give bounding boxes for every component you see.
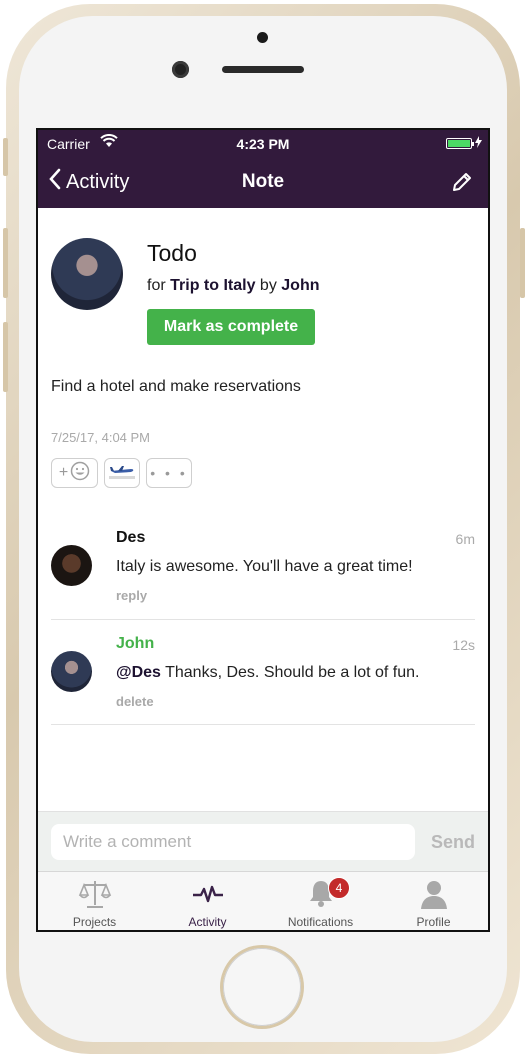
tab-label: Notifications [287,915,354,929]
proximity-sensor [257,32,268,43]
list-item: John 12s @Des Thanks, Des. Should be a l… [38,615,488,721]
tab-label: Activity [188,915,227,929]
earpiece-speaker [222,66,304,73]
tab-label: Projects [72,915,117,929]
send-button[interactable]: Send [431,832,475,853]
tab-activity[interactable]: Activity [151,872,264,930]
avatar [51,651,92,692]
avatar [51,545,92,586]
comment-bar: Send [38,811,488,872]
status-bar: Carrier 4:23 PM [38,130,488,158]
back-button[interactable]: Activity [48,168,129,196]
battery-icon [446,138,474,149]
reply-button[interactable]: reply [116,588,147,603]
comment-input[interactable] [51,824,415,860]
volume-up-button [3,228,8,298]
volume-down-button [3,322,8,392]
person-icon [417,878,451,915]
comment-body: Italy is awesome. You'll have a great ti… [116,558,413,575]
more-options-button[interactable]: • • • [146,458,192,488]
project-link[interactable]: Trip to Italy [170,277,255,294]
note-sub-by: by [259,277,277,294]
back-label: Activity [66,170,130,193]
add-reaction-button[interactable]: + [51,458,98,488]
note-subtitle: for Trip to Italy by John [147,277,320,295]
avatar [51,238,123,310]
edit-pencil-icon[interactable] [450,170,474,194]
delete-button[interactable]: delete [116,694,154,709]
charging-icon [475,135,482,151]
comment-mention[interactable]: @Des [116,664,161,681]
airplane-reaction[interactable] [104,458,140,488]
nav-bar: Activity Note [38,158,488,208]
tab-profile[interactable]: Profile [377,872,488,930]
comment-text: Italy is awesome. You'll have a great ti… [116,558,413,576]
home-button[interactable] [223,948,301,1026]
note-sub-prefix: for [147,277,166,294]
tab-bar: Projects Activity 4 Notifications Profil… [38,871,488,930]
airplane-icon [109,463,135,484]
notification-badge: 4 [328,877,350,899]
comment-time: 12s [452,637,475,653]
comment-author[interactable]: John [116,635,154,653]
comment-text: @Des Thanks, Des. Should be a lot of fun… [116,664,419,682]
divider [51,724,475,725]
reaction-row: + • • • [51,458,192,488]
comment-time: 6m [455,531,475,547]
tab-notifications[interactable]: 4 Notifications [264,872,377,930]
power-button [520,228,525,298]
note-title: Todo [147,240,197,266]
pulse-icon [191,878,225,915]
note-date: 7/25/17, 4:04 PM [51,430,151,445]
tab-label: Profile [416,915,451,929]
mute-switch [3,138,8,176]
app-screen: Carrier 4:23 PM Activity Note Todo for T… [36,128,490,932]
smiley-icon [70,461,90,486]
plus-label: + [58,464,69,481]
scales-icon [78,878,112,915]
list-item: Des 6m Italy is awesome. You'll have a g… [38,509,488,615]
chevron-left-icon [48,168,62,196]
author-link[interactable]: John [281,277,319,294]
comment-author[interactable]: Des [116,529,145,547]
front-camera [172,61,189,78]
mark-complete-button[interactable]: Mark as complete [147,309,315,345]
tab-projects[interactable]: Projects [38,872,151,930]
comment-body: Thanks, Des. Should be a lot of fun. [160,664,420,681]
note-body: Find a hotel and make reservations [51,378,301,395]
status-time: 4:23 PM [236,136,290,152]
